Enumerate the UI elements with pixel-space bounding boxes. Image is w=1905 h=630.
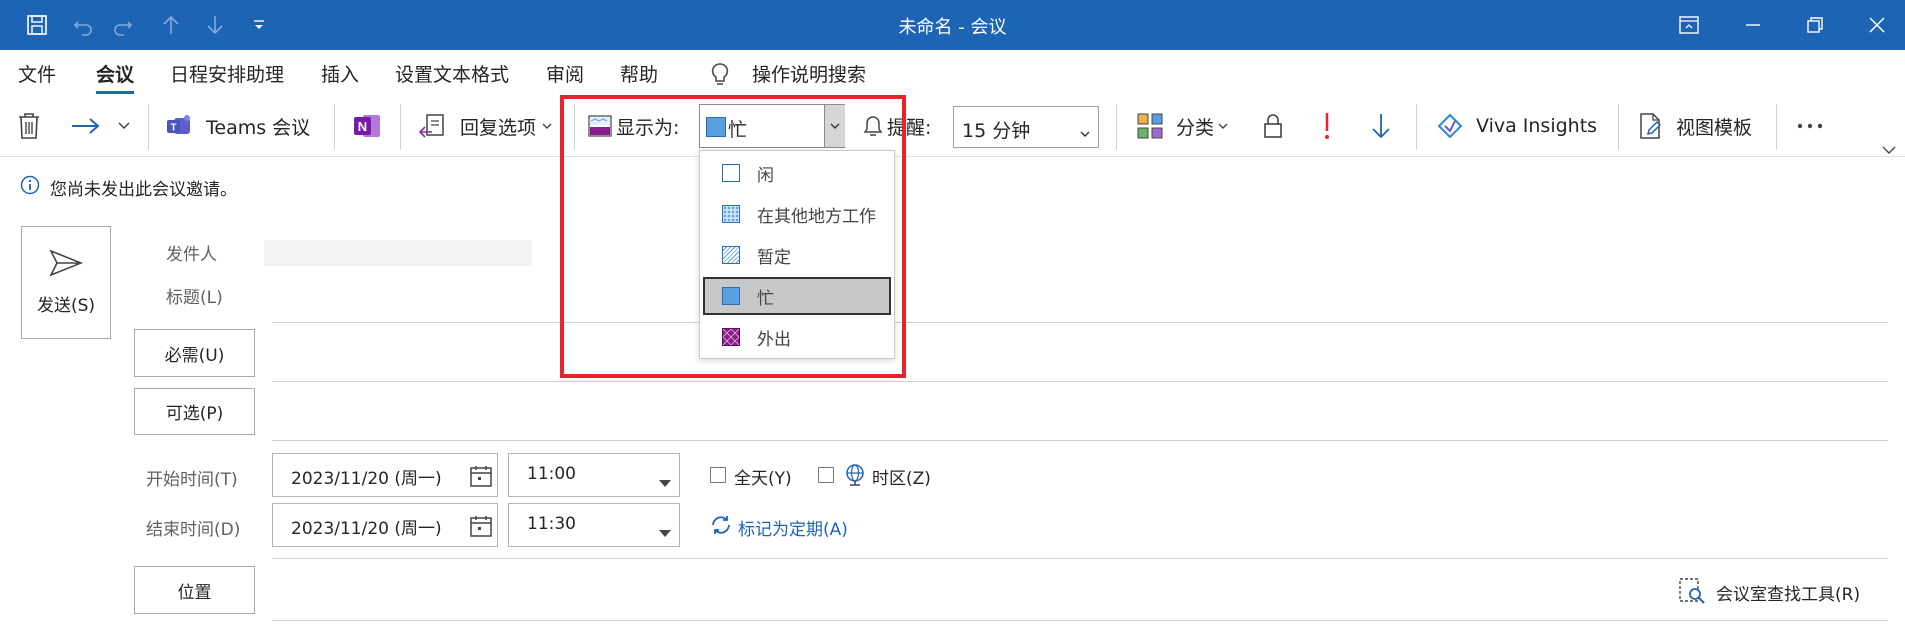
location-button[interactable]: 位置 bbox=[134, 566, 255, 614]
end-date-field[interactable]: 2023/11/20 (周一) bbox=[272, 503, 498, 547]
categorize-icon bbox=[1136, 112, 1164, 140]
chevron-down-icon bbox=[1218, 123, 1228, 130]
send-label: 发送(S) bbox=[36, 296, 96, 316]
chevron-down-icon bbox=[659, 472, 671, 492]
time-zone-checkbox[interactable] bbox=[818, 467, 834, 483]
subject-label: 标题(L) bbox=[166, 288, 223, 308]
view-templates-button[interactable]: 视图模板 bbox=[1638, 108, 1752, 144]
info-icon bbox=[20, 175, 40, 199]
restore-icon[interactable] bbox=[1800, 10, 1830, 40]
reminder-value: 15 分钟 bbox=[962, 120, 1031, 142]
svg-text:T: T bbox=[170, 123, 176, 134]
globe-icon bbox=[844, 463, 866, 491]
reply-options-label: 回复选项 bbox=[460, 116, 537, 139]
ribbon-separator bbox=[1618, 104, 1619, 150]
categorize-button[interactable]: 分类 bbox=[1136, 108, 1228, 144]
more-options-icon[interactable] bbox=[1796, 108, 1826, 144]
teams-meeting-button[interactable]: T Teams 会议 bbox=[166, 108, 310, 144]
start-time-dropdown[interactable]: 11:00 bbox=[508, 453, 680, 497]
from-account-blurred[interactable] bbox=[264, 240, 532, 266]
ribbon-separator bbox=[1416, 104, 1417, 150]
optional-input-underline[interactable] bbox=[272, 440, 1888, 441]
divider bbox=[272, 558, 1888, 559]
send-button[interactable]: 发送(S) bbox=[21, 226, 111, 339]
forward-dropdown-icon[interactable] bbox=[118, 108, 130, 144]
end-time-value: 11:30 bbox=[527, 514, 576, 534]
delete-icon[interactable] bbox=[16, 108, 42, 144]
end-time-label: 结束时间(D) bbox=[146, 520, 241, 540]
tab-help[interactable]: 帮助 bbox=[620, 60, 658, 87]
ribbon-separator bbox=[1116, 104, 1117, 150]
close-icon[interactable] bbox=[1862, 10, 1892, 40]
room-finder-label[interactable]: 会议室查找工具(R) bbox=[1716, 580, 1860, 605]
calendar-icon[interactable] bbox=[469, 464, 493, 493]
start-date-value: 2023/11/20 (周一) bbox=[291, 469, 442, 489]
low-importance-icon[interactable] bbox=[1370, 108, 1392, 144]
chevron-down-icon bbox=[659, 522, 671, 542]
recurrence-link[interactable]: 标记为定期(A) bbox=[738, 515, 848, 540]
ribbon-separator bbox=[334, 104, 335, 150]
chevron-down-icon bbox=[542, 123, 552, 130]
tab-scheduling-assistant[interactable]: 日程安排助理 bbox=[170, 60, 284, 87]
end-date-value: 2023/11/20 (周一) bbox=[291, 519, 442, 539]
room-finder-icon[interactable] bbox=[1678, 577, 1706, 609]
time-zone-label: 时区(Z) bbox=[872, 469, 931, 489]
all-day-label: 全天(Y) bbox=[734, 469, 792, 489]
required-attendees-button[interactable]: 必需(U) bbox=[134, 329, 255, 377]
reminder-dropdown[interactable]: 15 分钟 bbox=[953, 106, 1099, 148]
viva-insights-label: Viva Insights bbox=[1476, 115, 1598, 137]
ribbon-separator bbox=[148, 104, 149, 150]
info-bar-text: 您尚未发出此会议邀请。 bbox=[50, 180, 237, 200]
title-bar: 未命名 - 会议 bbox=[0, 0, 1905, 50]
high-importance-icon[interactable] bbox=[1322, 108, 1332, 144]
ribbon-separator bbox=[1776, 104, 1777, 150]
recurrence-icon[interactable] bbox=[709, 514, 733, 540]
forward-icon[interactable] bbox=[70, 108, 102, 144]
collapse-ribbon-icon[interactable] bbox=[1882, 140, 1896, 159]
categorize-label: 分类 bbox=[1176, 116, 1215, 139]
all-day-checkbox[interactable] bbox=[710, 467, 726, 483]
start-time-label: 开始时间(T) bbox=[146, 470, 238, 490]
optional-attendees-button[interactable]: 可选(P) bbox=[134, 388, 255, 435]
required-input-underline[interactable] bbox=[272, 381, 1888, 382]
calendar-icon[interactable] bbox=[469, 514, 493, 543]
from-label: 发件人 bbox=[166, 245, 217, 265]
send-icon bbox=[49, 249, 83, 277]
reply-options-icon bbox=[418, 112, 446, 140]
tell-me-search[interactable]: 操作说明搜索 bbox=[752, 60, 866, 87]
ribbon-separator bbox=[400, 104, 401, 150]
location-input-underline[interactable] bbox=[272, 620, 1888, 621]
ribbon-display-icon[interactable] bbox=[1674, 10, 1704, 40]
window-title: 未命名 - 会议 bbox=[898, 17, 1007, 38]
viva-insights-icon bbox=[1436, 112, 1464, 140]
start-date-field[interactable]: 2023/11/20 (周一) bbox=[272, 453, 498, 497]
start-time-value: 11:00 bbox=[527, 464, 576, 484]
lock-icon[interactable] bbox=[1262, 108, 1284, 144]
tab-file[interactable]: 文件 bbox=[18, 60, 56, 87]
tab-insert[interactable]: 插入 bbox=[321, 60, 359, 87]
chevron-down-icon bbox=[1080, 123, 1090, 142]
teams-icon: T bbox=[166, 113, 194, 139]
lightbulb-icon bbox=[710, 62, 730, 92]
view-templates-icon bbox=[1638, 112, 1662, 140]
viva-insights-button[interactable]: Viva Insights bbox=[1436, 108, 1597, 144]
svg-text:N: N bbox=[358, 119, 367, 134]
tab-review[interactable]: 审阅 bbox=[546, 60, 584, 87]
reply-options-button[interactable]: 回复选项 bbox=[418, 108, 552, 144]
highlight-annotation-box bbox=[560, 95, 906, 378]
minimize-icon[interactable] bbox=[1738, 10, 1768, 40]
tab-meeting[interactable]: 会议 bbox=[96, 60, 135, 94]
onenote-icon[interactable]: N bbox=[353, 108, 383, 144]
tab-format-text[interactable]: 设置文本格式 bbox=[395, 60, 509, 87]
subject-input-underline[interactable] bbox=[272, 322, 1888, 323]
view-templates-label: 视图模板 bbox=[1676, 116, 1753, 139]
end-time-dropdown[interactable]: 11:30 bbox=[508, 503, 680, 547]
teams-meeting-label: Teams 会议 bbox=[206, 116, 311, 139]
